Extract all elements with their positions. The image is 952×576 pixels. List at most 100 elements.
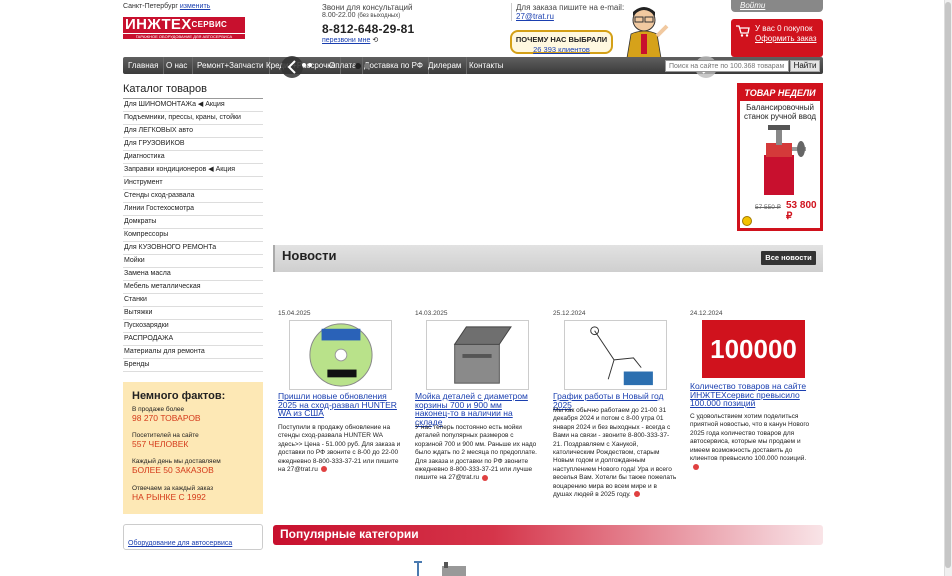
- catalog-item[interactable]: Пускозарядки: [123, 320, 263, 333]
- nav-item-repair[interactable]: Ремонт+Запчасти: [192, 57, 270, 74]
- fact-item: Посетителей на сайте 557 ЧЕЛОВЕК: [132, 432, 199, 449]
- more-arrow-icon[interactable]: [633, 491, 640, 498]
- balancing-machine-image: [764, 125, 806, 195]
- login-button[interactable]: Войти: [731, 0, 823, 12]
- more-arrow-icon[interactable]: [693, 463, 699, 470]
- news-item: 24.12.2024 100000 Количество товаров на …: [690, 310, 814, 470]
- news-title: Новости: [282, 248, 337, 263]
- mascot-icon: [626, 7, 669, 58]
- catalog-item[interactable]: Домкраты: [123, 216, 263, 229]
- catalog-item[interactable]: Компрессоры: [123, 229, 263, 242]
- slider-dots-icon[interactable]: [354, 62, 372, 70]
- call-hours: 8.00-22.00 (без выходных): [322, 12, 401, 19]
- catalog-item[interactable]: Инструмент: [123, 177, 263, 190]
- checkout-link[interactable]: Оформить заказ: [755, 34, 817, 43]
- news-date: 24.12.2024: [690, 310, 723, 317]
- catalog-list: Для ШИНОМОНТАЖа ◀ Акция Подъемники, прес…: [123, 99, 263, 372]
- slider-prev-arrow-icon[interactable]: [280, 55, 312, 79]
- city-change-link[interactable]: изменить: [180, 3, 210, 10]
- popular-category-thumbnails[interactable]: [410, 556, 470, 576]
- facts-title: Немного фактов:: [132, 390, 226, 402]
- catalog-item[interactable]: Вытяжки: [123, 307, 263, 320]
- cart-count: У вас 0 покупок: [755, 24, 813, 33]
- catalog-item[interactable]: Станки: [123, 294, 263, 307]
- news-text: У нас теперь постоянно есть мойки детале…: [415, 424, 537, 482]
- logo-wordmark: ИНЖТЕХСЕРВИС: [123, 17, 245, 33]
- catalog-item[interactable]: Материалы для ремонта: [123, 346, 263, 359]
- news-text: Поступили в продажу обновление на стенды…: [278, 424, 401, 474]
- news-item: 14.03.2025 Мойка деталей с диаметром кор…: [415, 310, 539, 481]
- city-selector: Санкт-Петербург изменить: [123, 3, 210, 10]
- catalog-item[interactable]: Стенды сход-развала: [123, 190, 263, 203]
- news-item: 15.04.2025 Пришли новые обновления 2025 …: [278, 310, 402, 473]
- news-title-link[interactable]: Пришли новые обновления 2025 на сход-раз…: [278, 392, 402, 418]
- catalog-item[interactable]: Для ГРУЗОВИКОВ: [123, 138, 263, 151]
- parts-washer-image[interactable]: [426, 320, 529, 390]
- week-product-old-price: 57 550 ₽: [755, 204, 781, 211]
- clock-icon: [742, 216, 752, 226]
- popular-title: Популярные категории: [280, 527, 419, 541]
- news-title-link[interactable]: Количество товаров на сайте ИНЖТЕХсервис…: [690, 382, 814, 408]
- catalog-item[interactable]: Для ЛЕГКОВЫХ авто: [123, 125, 263, 138]
- news-date: 15.04.2025: [278, 310, 311, 317]
- news-date: 25.12.2024: [553, 310, 586, 317]
- logo-tagline: ГАРАЖНОЕ ОБОРУДОВАНИЕ ДЛЯ АВТОСЕРВИСА: [123, 33, 245, 39]
- callback-link[interactable]: перезвони мне: [322, 37, 370, 44]
- call-text: Звони для консультаций: [322, 3, 413, 12]
- catalog-item[interactable]: Линии Гостехосмотра: [123, 203, 263, 216]
- new-year-sketch-image[interactable]: [564, 320, 667, 390]
- catalog-item[interactable]: Для КУЗОВНОГО РЕМОНТа: [123, 242, 263, 255]
- city-name: Санкт-Петербург: [123, 3, 178, 10]
- week-product-new-price: 53 800 ₽: [786, 200, 817, 222]
- news-title-link[interactable]: Мойка деталей с диаметром корзины 700 и …: [415, 392, 539, 426]
- news-date: 14.03.2025: [415, 310, 448, 317]
- cart-icon: [736, 25, 750, 37]
- scrollbar[interactable]: [944, 0, 952, 576]
- phone-number[interactable]: 8-812-648-29-81: [322, 22, 492, 36]
- catalog-item[interactable]: Заправки кондиционеров ◀ Акция: [123, 164, 263, 177]
- site-logo[interactable]: ИНЖТЕХСЕРВИС ГАРАЖНОЕ ОБОРУДОВАНИЕ ДЛЯ А…: [123, 17, 245, 39]
- refresh-icon: ⟲: [372, 37, 379, 44]
- news-item: 25.12.2024 График работы в Новый год 202…: [553, 310, 677, 498]
- search-button[interactable]: Найти: [790, 60, 820, 72]
- more-arrow-icon[interactable]: [482, 474, 489, 481]
- cart-widget[interactable]: У вас 0 покупок Оформить заказ: [731, 19, 823, 57]
- equipment-box: Оборудование для автосервиса: [123, 524, 263, 550]
- why-us-count-link[interactable]: 26 393 клиентов: [533, 45, 590, 54]
- catalog-item[interactable]: Мойки: [123, 255, 263, 268]
- catalog-item[interactable]: Мебель металлическая: [123, 281, 263, 294]
- fact-item: В продаже более 98 270 ТОВАРОВ: [132, 406, 201, 423]
- week-product-card[interactable]: ТОВАР НЕДЕЛИ Балансировочный станок ручн…: [737, 83, 823, 231]
- all-news-button[interactable]: Все новости: [761, 251, 816, 265]
- hunter-cd-image[interactable]: [289, 320, 392, 390]
- news-text: Мы как обычно работаем до 21-00 31 декаб…: [553, 407, 677, 499]
- order-email-link[interactable]: 27@trat.ru: [516, 12, 554, 21]
- fact-item: Отвечаем за каждый заказ НА РЫНКЕ С 1992: [132, 485, 214, 502]
- facts-panel: Немного фактов: В продаже более 98 270 ТО…: [123, 382, 263, 514]
- scrollbar-thumb[interactable]: [945, 2, 951, 568]
- phone-block: Звони для консультаций 8.00-22.00 (без в…: [322, 3, 492, 44]
- catalog-item[interactable]: Для ШИНОМОНТАЖа ◀ Акция: [123, 99, 263, 112]
- catalog-item[interactable]: Бренды: [123, 359, 263, 372]
- nav-item-home[interactable]: Главная: [123, 57, 165, 74]
- catalog-item[interactable]: Подъемники, прессы, краны, стойки: [123, 112, 263, 125]
- catalog-item[interactable]: Диагностика: [123, 151, 263, 164]
- news-text: С удовольствием хотим поделиться приятно…: [690, 413, 814, 472]
- catalog-item[interactable]: Замена масла: [123, 268, 263, 281]
- login-link[interactable]: Войти: [740, 1, 765, 10]
- counter-banner-image[interactable]: 100000: [702, 320, 805, 378]
- week-product-header: ТОВАР НЕДЕЛИ: [740, 86, 820, 101]
- nav-item-dealers[interactable]: Дилерам: [423, 57, 468, 74]
- search-input[interactable]: [665, 60, 789, 72]
- nav-item-about[interactable]: О нас: [161, 57, 194, 74]
- equipment-link[interactable]: Оборудование для автосервиса: [128, 540, 232, 547]
- more-arrow-icon[interactable]: [320, 466, 327, 473]
- nav-item-contacts[interactable]: Контакты: [464, 57, 509, 74]
- why-us-box[interactable]: ПОЧЕМУ НАС ВЫБРАЛИ 26 393 клиентов: [510, 30, 613, 54]
- catalog-title: Каталог товаров: [123, 83, 263, 99]
- catalog-item[interactable]: РАСПРОДАЖА: [123, 333, 263, 346]
- fact-item: Каждый день мы доставляем БОЛЕЕ 50 ЗАКАЗО…: [132, 458, 221, 475]
- news-header: Новости Все новости: [273, 245, 823, 272]
- week-product-name[interactable]: Балансировочный станок ручной ввод: [740, 103, 820, 121]
- popular-categories-header: Популярные категории: [273, 525, 823, 545]
